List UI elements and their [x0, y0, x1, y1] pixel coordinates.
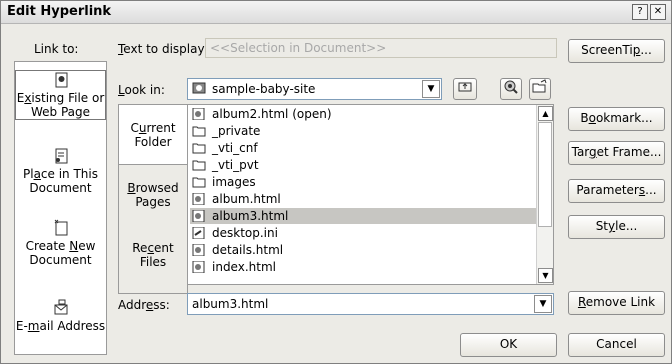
list-item[interactable]: _private	[192, 123, 260, 139]
look-in-value: sample-baby-site	[212, 82, 316, 96]
html-file-icon	[192, 193, 205, 205]
html-file-icon	[192, 210, 205, 222]
list-item[interactable]: images	[192, 174, 256, 190]
up-one-folder-button[interactable]	[453, 78, 477, 100]
browse-web-icon	[504, 80, 518, 94]
chevron-down-icon[interactable]: ▼	[534, 295, 552, 313]
open-folder-icon	[532, 79, 547, 93]
list-item[interactable]: details.html	[192, 242, 283, 258]
site-folder-icon	[192, 81, 206, 98]
remove-link-button[interactable]: Remove Link	[568, 291, 665, 315]
scroll-up-icon[interactable]: ▲	[538, 106, 553, 121]
link-to-label: Link to:	[34, 42, 79, 56]
address-label: Address:	[118, 298, 170, 312]
file-list-scrollbar[interactable]: ▲ ▼	[536, 105, 553, 284]
web-page-icon	[55, 72, 67, 88]
new-document-icon	[54, 219, 67, 236]
parameters-button[interactable]: Parameters...	[568, 179, 665, 203]
file-list: album2.html (open) _private _vti_cnf _vt…	[187, 104, 554, 285]
link-to-bar: Existing File or Web Page Place in This …	[14, 61, 107, 355]
screentip-button[interactable]: ScreenTip...	[568, 39, 665, 63]
help-button[interactable]: ?	[632, 4, 648, 20]
html-file-icon	[192, 108, 205, 120]
list-item[interactable]: album.html	[192, 191, 281, 207]
folder-icon	[192, 143, 206, 154]
look-in-combo[interactable]: sample-baby-site ▼	[187, 78, 442, 100]
link-create-new-document[interactable]: Create New Document	[15, 219, 106, 267]
scroll-thumb[interactable]	[538, 122, 552, 227]
bookmark-button[interactable]: Bookmark...	[568, 107, 665, 131]
up-folder-icon	[458, 82, 472, 92]
chevron-down-icon[interactable]: ▼	[422, 80, 440, 98]
location-subnav: Current Folder Browsed Pages Recent File…	[118, 104, 188, 294]
link-place-in-document[interactable]: Place in This Document	[15, 147, 106, 195]
title-bar: Edit Hyperlink ? ✕	[1, 1, 671, 24]
link-email-address[interactable]: E-mail Address	[15, 299, 106, 339]
address-combo[interactable]: album3.html ▼	[187, 293, 554, 315]
subnav-current-folder[interactable]: Current Folder	[119, 105, 187, 165]
folder-icon	[192, 126, 206, 137]
cancel-button[interactable]: Cancel	[568, 333, 665, 357]
folder-icon	[192, 177, 206, 188]
html-file-icon	[192, 244, 205, 256]
scroll-down-icon[interactable]: ▼	[538, 268, 553, 283]
text-to-display-input[interactable]: <<Selection in Document>>	[205, 38, 557, 58]
browse-file-button[interactable]	[529, 78, 551, 100]
html-file-icon	[192, 261, 205, 273]
list-item[interactable]: desktop.ini	[192, 225, 278, 241]
subnav-browsed-pages[interactable]: Browsed Pages	[119, 181, 187, 215]
subnav-recent-files[interactable]: Recent Files	[119, 241, 187, 275]
ok-button[interactable]: OK	[460, 333, 557, 357]
close-button[interactable]: ✕	[650, 4, 666, 20]
email-icon	[54, 299, 67, 315]
text-to-display-value: <<Selection in Document>>	[210, 41, 387, 55]
list-item-selected[interactable]: album3.html	[190, 208, 538, 224]
list-item[interactable]: _vti_pvt	[192, 157, 259, 173]
settings-file-icon	[192, 227, 205, 239]
edit-hyperlink-dialog: Edit Hyperlink ? ✕ Link to: Text to disp…	[0, 0, 672, 364]
look-in-label: Look in:	[118, 83, 165, 97]
text-to-display-label: Text to display:	[118, 42, 208, 56]
link-existing-file[interactable]: Existing File or Web Page	[15, 70, 106, 120]
target-frame-button[interactable]: Target Frame...	[568, 141, 665, 165]
folder-icon	[192, 160, 206, 171]
address-value: album3.html	[192, 297, 269, 311]
list-item[interactable]: _vti_cnf	[192, 140, 258, 156]
document-place-icon	[55, 148, 67, 164]
dialog-title: Edit Hyperlink	[7, 4, 112, 19]
list-item[interactable]: album2.html (open)	[192, 106, 332, 122]
browse-web-button[interactable]	[500, 78, 522, 100]
list-item[interactable]: index.html	[192, 259, 276, 275]
style-button[interactable]: Style...	[568, 215, 665, 239]
